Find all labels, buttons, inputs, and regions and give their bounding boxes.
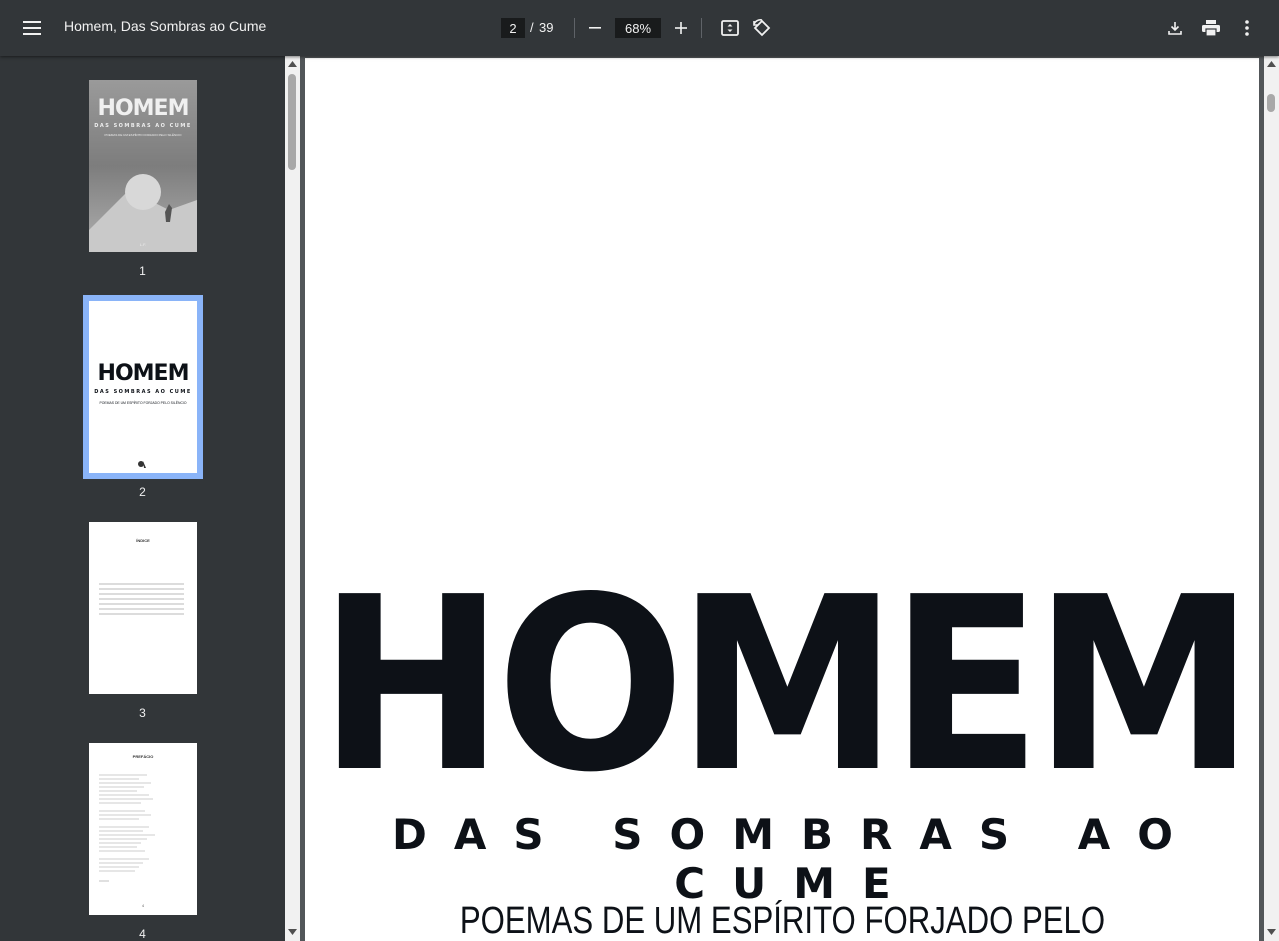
page-total: 39 xyxy=(539,20,554,35)
index-lines xyxy=(99,583,184,615)
download-button[interactable] xyxy=(1159,12,1191,44)
thumbnail-number: 2 xyxy=(139,485,146,499)
page-title: HOMEM xyxy=(318,546,1255,826)
more-options-button[interactable] xyxy=(1231,12,1263,44)
thumbnail-number: 1 xyxy=(139,264,146,278)
page-subtitle: DAS SOMBRAS AO CUME xyxy=(392,810,1200,908)
page-number-input[interactable] xyxy=(501,18,525,38)
sidebar-scrollbar-thumb[interactable] xyxy=(288,74,296,170)
minus-icon xyxy=(589,27,601,29)
thumbnail-number: 3 xyxy=(139,706,146,720)
thumbnail-page-4[interactable]: PREFÁCIO 4 xyxy=(89,743,197,915)
thumb-subtitle: DAS SOMBRAS AO CUME xyxy=(94,389,192,395)
thumbnail-number: 4 xyxy=(139,927,146,941)
document-title: Homem, Das Sombras ao Cume xyxy=(64,18,267,34)
thumb-cover-subtitle: DAS SOMBRAS AO CUME xyxy=(94,123,192,129)
scroll-down-arrow-icon[interactable] xyxy=(1267,929,1276,935)
viewer-scrollbar-thumb[interactable] xyxy=(1267,94,1275,112)
page-separator: / xyxy=(530,20,534,35)
thumb-tagline: POEMAS DE UM ESPÍRITO FORJADO PELO SILÊN… xyxy=(99,401,187,405)
page-tagline: POEMAS DE UM ESPÍRITO FORJADO PELO SILÊN… xyxy=(459,900,1106,941)
thumb-cover-tagline: POEMAS DE UM ESPÍRITO FORJADO PELO SILÊN… xyxy=(104,133,182,137)
zoom-in-button[interactable] xyxy=(665,12,697,44)
thumb-cover-title: HOMEM xyxy=(97,96,190,121)
thumbnail-page-2[interactable]: HOMEM DAS SOMBRAS AO CUME POEMAS DE UM E… xyxy=(83,295,203,479)
thumb-page-number: 4 xyxy=(141,903,145,908)
menu-icon[interactable] xyxy=(16,12,48,44)
thumb-cover-author: L.F. xyxy=(139,242,147,247)
thumbnail-page-1[interactable]: HOMEM DAS SOMBRAS AO CUME POEMAS DE UM E… xyxy=(89,80,197,252)
fit-to-page-button[interactable] xyxy=(714,12,746,44)
rotate-button[interactable] xyxy=(746,12,778,44)
more-vert-icon xyxy=(1245,20,1249,36)
thumbnail-sidebar: HOMEM DAS SOMBRAS AO CUME POEMAS DE UM E… xyxy=(0,56,285,941)
toolbar-divider xyxy=(574,18,575,38)
document-viewer[interactable]: HOMEM DAS SOMBRAS AO CUME POEMAS DE UM E… xyxy=(303,56,1259,941)
fit-to-page-icon xyxy=(721,20,739,36)
pdf-toolbar: Homem, Das Sombras ao Cume / 39 xyxy=(0,0,1279,56)
thumb-title: HOMEM xyxy=(97,361,190,386)
zoom-input[interactable] xyxy=(615,18,661,38)
rotate-icon xyxy=(753,19,771,37)
print-icon xyxy=(1202,20,1220,36)
sidebar-scrollbar[interactable] xyxy=(285,56,300,941)
download-icon xyxy=(1168,22,1182,35)
viewer-scrollbar[interactable] xyxy=(1264,56,1279,941)
scroll-up-arrow-icon[interactable] xyxy=(1267,61,1276,67)
print-button[interactable] xyxy=(1195,12,1227,44)
publisher-logo-icon xyxy=(138,461,146,468)
preface-text-lines xyxy=(99,774,155,882)
toolbar-divider xyxy=(701,18,702,38)
pdf-page-2: HOMEM DAS SOMBRAS AO CUME POEMAS DE UM E… xyxy=(305,58,1259,941)
thumbnail-page-3[interactable]: ÍNDICE xyxy=(89,522,197,694)
zoom-out-button[interactable] xyxy=(579,12,611,44)
scroll-up-arrow-icon[interactable] xyxy=(288,61,297,67)
scroll-down-arrow-icon[interactable] xyxy=(288,929,297,935)
plus-icon xyxy=(675,22,687,34)
